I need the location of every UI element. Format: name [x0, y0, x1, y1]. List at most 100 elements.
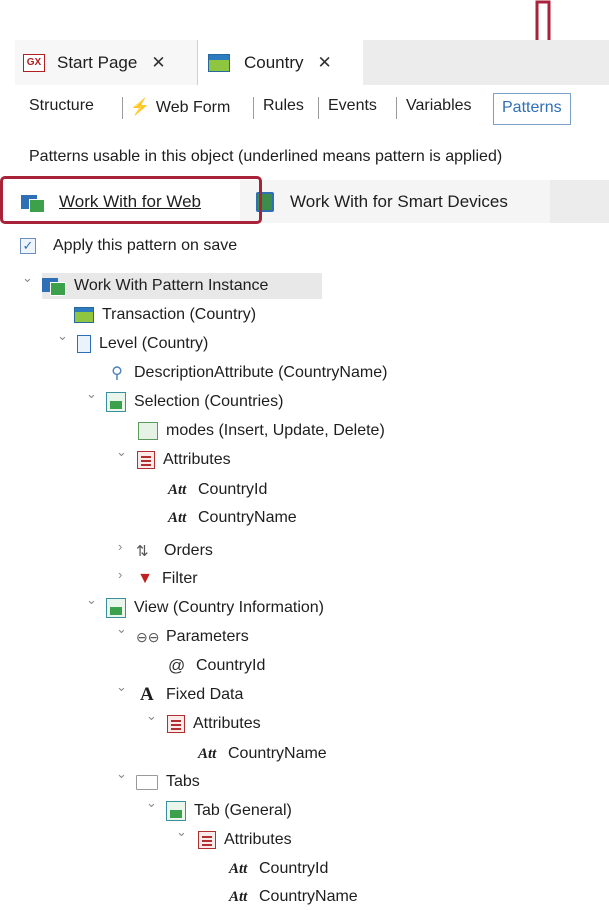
tab-start-page-label: Start Page — [57, 52, 138, 72]
collapse-icon[interactable]: ⌄ — [57, 328, 68, 344]
tab-work-with-for-smart-devices-label: Work With for Smart Devices — [290, 191, 508, 211]
tab-start-page[interactable]: GX Start Page ✕ — [15, 40, 198, 85]
tab-work-with-for-smart-devices[interactable]: Work With for Smart Devices — [240, 180, 550, 223]
tree-node-view[interactable]: View (Country Information) — [106, 595, 324, 621]
att-icon: Att — [229, 860, 248, 877]
attributes-icon — [167, 715, 185, 733]
tree-node-label: DescriptionAttribute (CountryName) — [134, 364, 388, 381]
tree-node-work-with-instance[interactable]: Work With Pattern Instance — [42, 273, 322, 299]
attributes-icon — [198, 831, 216, 849]
tab-rules[interactable]: Rules — [263, 97, 304, 115]
modes-icon — [138, 422, 158, 440]
expand-icon[interactable]: › — [118, 539, 122, 554]
tree-node-attribute[interactable]: Att CountryName — [229, 884, 358, 910]
tab-separator — [318, 97, 319, 119]
collapse-icon[interactable]: ⌄ — [86, 386, 97, 402]
tab-patterns[interactable]: Patterns — [493, 93, 571, 125]
tree-node-label: CountryId — [259, 860, 329, 877]
tree-node-orders[interactable]: ⇅ Orders — [136, 538, 213, 564]
collapse-icon[interactable]: ⌄ — [86, 592, 97, 608]
tab-web-form-label: Web Form — [155, 99, 231, 116]
tree-node-label: CountryId — [198, 481, 268, 498]
tab-web-form[interactable]: ⚡ Web Form — [130, 97, 230, 117]
attributes-icon — [137, 451, 155, 469]
tree-node-modes[interactable]: modes (Insert, Update, Delete) — [138, 418, 385, 444]
tree-node-fixed-data[interactable]: A Fixed Data — [140, 682, 243, 708]
tree-node-parameter[interactable]: @ CountryId — [168, 653, 265, 679]
view-icon — [106, 598, 126, 618]
tree-node-filter[interactable]: ▼ Filter — [136, 566, 198, 592]
patterns-hint-text: Patterns usable in this object (underlin… — [29, 148, 503, 165]
tree-node-label: View (Country Information) — [134, 599, 324, 616]
tree-node-label: CountryName — [228, 745, 327, 762]
lightning-icon: ⚡ — [130, 99, 150, 116]
tab-variables[interactable]: Variables — [406, 97, 472, 115]
level-icon — [77, 335, 91, 353]
tree-node-label: Level (Country) — [99, 335, 209, 352]
tree-node-label: modes (Insert, Update, Delete) — [166, 422, 385, 439]
tab-country[interactable]: Country ✕ — [198, 40, 363, 85]
att-icon: Att — [168, 509, 187, 526]
att-icon: Att — [168, 481, 187, 498]
orders-icon: ⇅ — [136, 543, 149, 560]
tree-node-attribute[interactable]: Att CountryId — [168, 477, 267, 503]
collapse-icon[interactable]: ⌄ — [146, 708, 157, 724]
tree-node-attributes[interactable]: Attributes — [167, 711, 261, 737]
collapse-icon[interactable]: ⌄ — [22, 270, 33, 286]
gx-icon: GX — [23, 53, 45, 72]
tree-node-attribute[interactable]: Att CountryName — [198, 741, 327, 767]
tree-node-tabs[interactable]: Tabs — [136, 769, 200, 795]
tree-node-attributes[interactable]: Attributes — [198, 827, 292, 853]
close-icon[interactable]: ✕ — [151, 53, 165, 73]
collapse-icon[interactable]: ⌄ — [116, 679, 127, 695]
description-icon: ⚲ — [111, 365, 123, 382]
highlight-box — [0, 176, 262, 224]
collapse-icon[interactable]: ⌄ — [146, 795, 157, 811]
collapse-icon[interactable]: ⌄ — [116, 621, 127, 637]
folder-icon — [136, 774, 158, 790]
filter-icon: ▼ — [137, 570, 153, 587]
tab-separator — [396, 97, 397, 119]
expand-icon[interactable]: › — [118, 567, 122, 582]
tree-node-label: CountryName — [198, 509, 297, 526]
tab-icon — [166, 801, 186, 821]
collapse-icon[interactable]: ⌄ — [176, 824, 187, 840]
selection-icon — [106, 392, 126, 412]
tree-node-label: Attributes — [193, 715, 261, 732]
tab-separator — [122, 97, 123, 119]
collapse-icon[interactable]: ⌄ — [116, 766, 127, 782]
tab-country-label: Country — [244, 52, 304, 72]
tree-node-parameters[interactable]: ⊖⊖ Parameters — [136, 624, 249, 650]
apply-pattern-checkbox[interactable]: ✓ — [20, 238, 36, 254]
collapse-icon[interactable]: ⌄ — [116, 444, 127, 460]
parameters-icon: ⊖⊖ — [136, 628, 160, 645]
tree-node-label: Attributes — [163, 451, 231, 468]
work-with-icon — [42, 277, 66, 296]
tree-node-label: Orders — [164, 542, 213, 559]
tab-structure[interactable]: Structure — [29, 97, 94, 115]
tree-node-label: Filter — [162, 570, 198, 587]
document-tab-strip: GX Start Page ✕ Country ✕ — [15, 40, 609, 85]
tree-node-label: Parameters — [166, 628, 249, 645]
at-icon: @ — [168, 656, 186, 675]
tree-node-label: CountryName — [259, 888, 358, 905]
tab-events[interactable]: Events — [328, 97, 377, 115]
apply-pattern-label: Apply this pattern on save — [53, 237, 238, 254]
tree-node-attributes[interactable]: Attributes — [137, 447, 231, 473]
tree-node-attribute[interactable]: Att CountryId — [229, 856, 328, 882]
tree-node-label: Tabs — [166, 773, 200, 790]
tree-node-tab-general[interactable]: Tab (General) — [166, 798, 292, 824]
tree-node-attribute[interactable]: Att CountryName — [168, 505, 297, 531]
att-icon: Att — [229, 888, 248, 905]
tree-node-label: Transaction (Country) — [102, 306, 257, 323]
tree-node-level[interactable]: Level (Country) — [77, 331, 208, 357]
tree-node-transaction[interactable]: Transaction (Country) — [74, 302, 256, 328]
tree-node-label: Work With Pattern Instance — [74, 277, 269, 294]
tree-node-label: Fixed Data — [166, 686, 244, 703]
tree-node-description-attribute[interactable]: ⚲ DescriptionAttribute (CountryName) — [108, 360, 387, 386]
tree-node-selection[interactable]: Selection (Countries) — [106, 389, 283, 415]
object-section-tabs: Structure ⚡ Web Form Rules Events Variabl… — [15, 85, 609, 135]
transaction-icon — [208, 53, 230, 72]
close-icon[interactable]: ✕ — [318, 53, 332, 73]
tree-node-label: Tab (General) — [194, 802, 292, 819]
